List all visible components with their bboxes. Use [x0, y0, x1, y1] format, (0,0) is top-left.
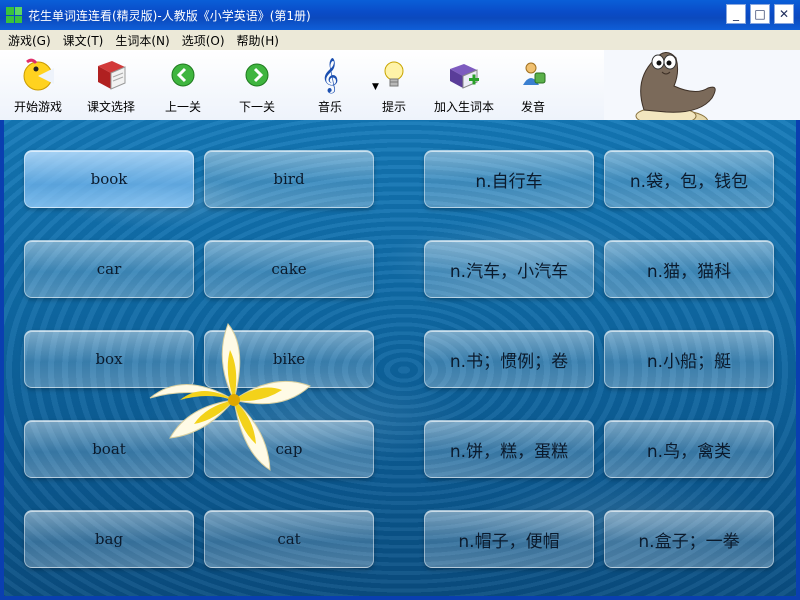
speaker-person-icon [516, 58, 550, 92]
meaning-card-book[interactable]: n.书；惯例；卷 [424, 330, 594, 388]
mascot-panel [604, 50, 800, 120]
meaning-card-bird[interactable]: n.鸟，禽类 [604, 420, 774, 478]
start-game-label: 开始游戏 [13, 100, 62, 114]
treble-clef-icon: 𝄞 [321, 57, 339, 93]
window-title: 花生单词连连看(精灵版)-人教版《小学英语》(第1册) [28, 8, 311, 23]
peanut-mascot-image [635, 52, 716, 120]
word-card-book[interactable]: book [24, 150, 194, 208]
prev-level-label: 上一关 [164, 100, 201, 114]
book-icon [94, 58, 128, 92]
pacman-icon [21, 58, 55, 92]
word-card-cat[interactable]: cat [204, 510, 374, 568]
meaning-card-cake[interactable]: n.饼，糕，蛋糕 [424, 420, 594, 478]
flower-decoration [149, 323, 311, 471]
book-add-icon [447, 58, 481, 92]
prev-level-button[interactable]: 上一关 [146, 50, 220, 120]
meaning-card-bicycle[interactable]: n.自行车 [424, 150, 594, 208]
add-to-wordbook-label: 加入生词本 [433, 100, 494, 114]
add-to-wordbook-button[interactable]: 加入生词本 [422, 50, 506, 120]
arrow-right-icon [240, 58, 274, 92]
window-frame-right [796, 120, 800, 596]
meaning-card-cat[interactable]: n.猫，猫科 [604, 240, 774, 298]
meaning-card-boat[interactable]: n.小船；艇 [604, 330, 774, 388]
title-bar[interactable]: 花生单词连连看(精灵版)-人教版《小学英语》(第1册) _ □ ✕ [0, 0, 800, 30]
pronounce-button[interactable]: 发音 [506, 50, 560, 120]
menu-wordbook[interactable]: 生词本(N) [115, 32, 169, 49]
next-level-label: 下一关 [238, 100, 275, 114]
lightbulb-icon [377, 58, 411, 92]
toolbar: 开始游戏 课文选择 上一关 下一关 𝄞 音乐 ▼ 提示 加入生词本 发音 [0, 50, 604, 120]
close-button[interactable]: ✕ [774, 4, 794, 24]
next-level-button[interactable]: 下一关 [220, 50, 294, 120]
menu-game[interactable]: 游戏(G) [8, 32, 51, 49]
menu-lesson[interactable]: 课文(T) [63, 32, 104, 49]
meaning-card-box[interactable]: n.盒子；一拳 [604, 510, 774, 568]
lesson-select-button[interactable]: 课文选择 [76, 50, 146, 120]
pronounce-label: 发音 [520, 100, 545, 114]
maximize-button[interactable]: □ [750, 4, 770, 24]
app-icon [6, 7, 22, 23]
meaning-card-car[interactable]: n.汽车，小汽车 [424, 240, 594, 298]
word-card-bird[interactable]: bird [204, 150, 374, 208]
meaning-card-bag[interactable]: n.袋，包，钱包 [604, 150, 774, 208]
menu-options[interactable]: 选项(O) [182, 32, 225, 49]
music-label: 音乐 [317, 100, 342, 114]
word-card-cake[interactable]: cake [204, 240, 374, 298]
meaning-card-cap[interactable]: n.帽子，便帽 [424, 510, 594, 568]
start-game-button[interactable]: 开始游戏 [0, 50, 76, 120]
music-button[interactable]: 𝄞 音乐 [294, 50, 366, 120]
hint-label: 提示 [381, 100, 406, 114]
game-board: book car box boat bag bird cake bike cap… [4, 120, 796, 596]
word-card-car[interactable]: car [24, 240, 194, 298]
window-frame-bottom [0, 596, 800, 600]
window-frame-left [0, 120, 4, 596]
word-card-bag[interactable]: bag [24, 510, 194, 568]
menu-bar: 游戏(G) 课文(T) 生词本(N) 选项(O) 帮助(H) [0, 30, 800, 50]
arrow-left-icon [166, 58, 200, 92]
lesson-select-label: 课文选择 [86, 100, 135, 114]
menu-help[interactable]: 帮助(H) [237, 32, 279, 49]
hint-button[interactable]: 提示 [366, 50, 422, 120]
minimize-button[interactable]: _ [726, 4, 746, 24]
